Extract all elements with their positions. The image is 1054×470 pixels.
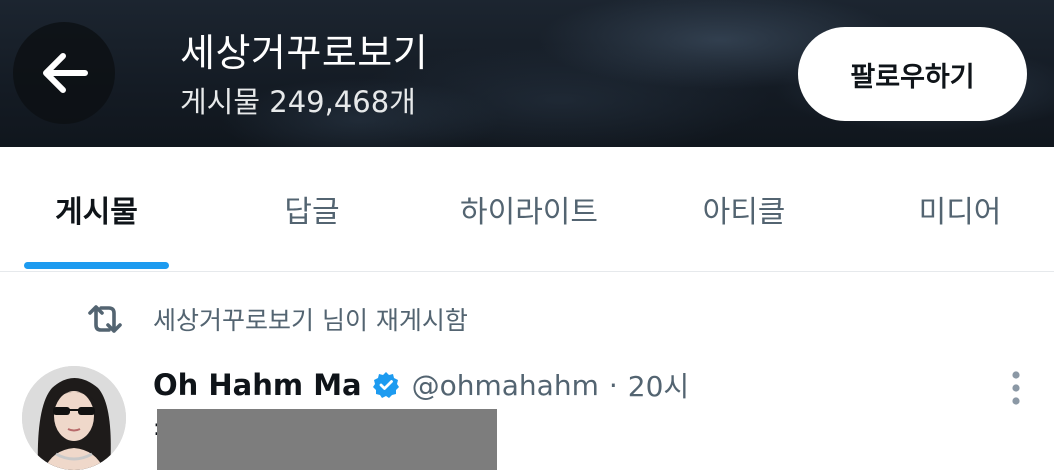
avatar-photo (22, 366, 126, 470)
post-count: 게시물 249,468개 (180, 85, 416, 119)
profile-tabs: 게시물 답글 하이라이트 아티클 미디어 (0, 147, 1054, 272)
repost-icon (88, 305, 122, 333)
more-options-button[interactable] (1004, 368, 1028, 408)
verified-badge-icon (372, 371, 400, 399)
avatar[interactable] (22, 366, 126, 470)
tweet-header: Oh Hahm Ma @ohmahahm · 20시 (153, 364, 689, 406)
tab-articles[interactable]: 아티클 (646, 147, 842, 271)
redacted-content-block (157, 409, 497, 470)
tab-media[interactable]: 미디어 (862, 147, 1054, 271)
repost-text: 세상거꾸로보기 님이 재게시함 (153, 306, 468, 335)
more-vertical-icon (1012, 371, 1020, 405)
back-button[interactable] (13, 22, 115, 124)
follow-button[interactable]: 팔로우하기 (798, 27, 1027, 121)
author-display-name[interactable]: Oh Hahm Ma (153, 368, 362, 402)
profile-header-banner: 세상거꾸로보기 게시물 249,468개 팔로우하기 (0, 0, 1054, 147)
profile-name: 세상거꾸로보기 (180, 31, 429, 75)
author-handle[interactable]: @ohmahahm (412, 369, 599, 402)
active-tab-indicator (24, 262, 169, 269)
tab-posts[interactable]: 게시물 (0, 147, 193, 271)
tweet-timestamp[interactable]: 20시 (628, 365, 689, 405)
tab-replies[interactable]: 답글 (214, 147, 410, 271)
tab-highlights[interactable]: 하이라이트 (430, 147, 628, 271)
separator-dot: · (608, 368, 618, 402)
repost-indicator: 세상거꾸로보기 님이 재게시함 (84, 298, 468, 340)
arrow-left-icon (43, 53, 88, 93)
